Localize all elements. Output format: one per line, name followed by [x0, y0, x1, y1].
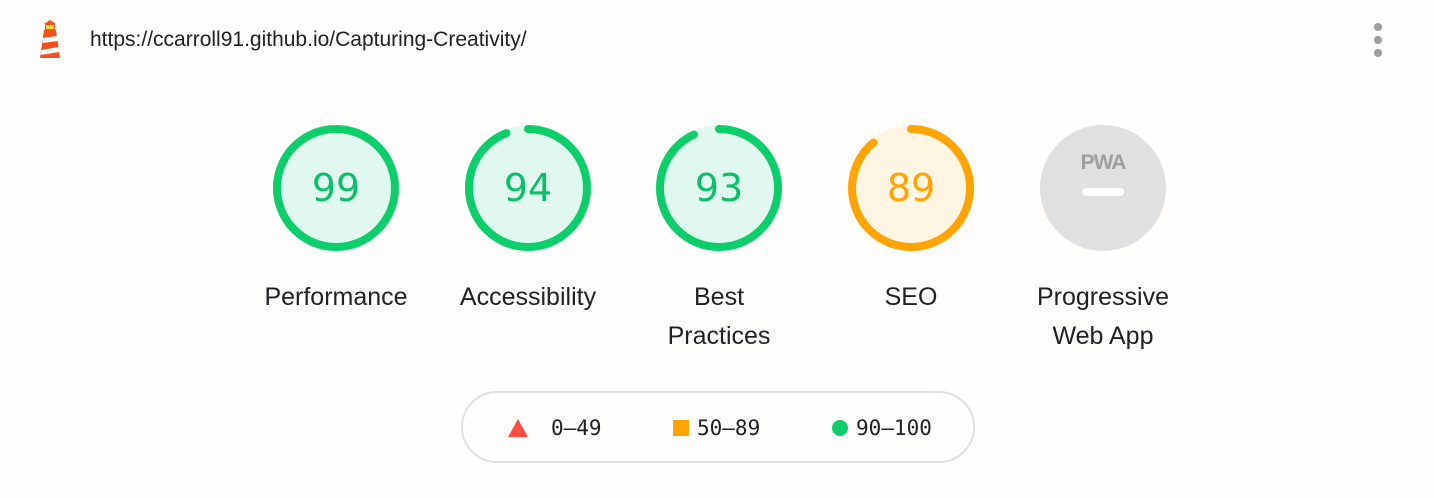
score-ring: 89 [848, 125, 974, 251]
circle-icon [832, 420, 848, 436]
gauge-label: SEO [884, 283, 938, 311]
score-ring: 94 [465, 125, 591, 251]
gauge-label: Accessibility [459, 283, 597, 311]
score-ring: 93 [656, 125, 782, 251]
gauge-pwa[interactable]: PWA Progressive Web App [1018, 120, 1188, 356]
gauge-accessibility[interactable]: 94 Accessibility [443, 120, 613, 317]
triangle-icon [508, 419, 528, 437]
gauge-label: Performance [264, 283, 408, 311]
score-gauges: 99 Performance 94 Accessibility 93 Best … [0, 0, 1434, 360]
score-ring: 99 [273, 125, 399, 251]
gauge-seo[interactable]: 89 SEO [826, 120, 996, 317]
square-icon [673, 420, 689, 436]
gauge-performance[interactable]: 99 Performance [251, 120, 421, 317]
score-scale-legend: 0–49 50–89 90–100 [461, 391, 975, 463]
gauge-best-practices[interactable]: 93 Best Practices [634, 120, 804, 356]
gauge-label: Progressive Web App [1037, 283, 1169, 350]
pwa-badge: PWA [1040, 125, 1166, 251]
na-dash-icon [1082, 188, 1124, 196]
gauge-label: Best Practices [667, 283, 771, 350]
score-value: 93 [695, 166, 743, 210]
score-value: 94 [504, 166, 552, 210]
score-value: 89 [887, 166, 935, 210]
score-value: 99 [312, 166, 360, 210]
pwa-icon: PWA [1081, 151, 1127, 174]
